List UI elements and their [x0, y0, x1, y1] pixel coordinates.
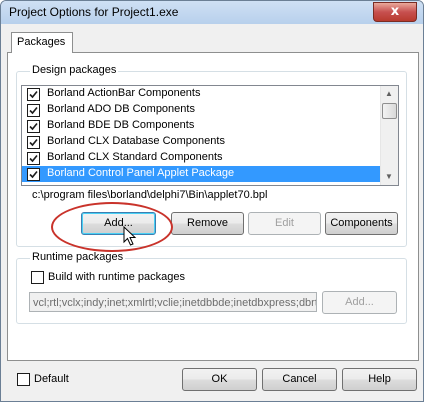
close-icon: x [390, 4, 400, 19]
add-runtime-package-button[interactable]: Add... [322, 291, 397, 314]
remove-package-button[interactable]: Remove [171, 212, 244, 235]
checkbox-checked-icon[interactable] [27, 120, 40, 133]
build-with-runtime-packages-checkbox[interactable] [31, 271, 44, 284]
annotation-circle [51, 202, 173, 252]
list-item-label: Borland ActionBar Components [47, 87, 201, 99]
list-scrollbar[interactable]: ▲ ▼ [380, 86, 398, 185]
mouse-pointer-icon [123, 226, 137, 246]
list-item-label: Borland Control Panel Applet Package [47, 167, 235, 179]
list-item-label: Borland CLX Standard Components [47, 151, 223, 163]
runtime-packages-field[interactable]: vcl;rtl;vclx;indy;inet;xmlrtl;vclie;inet… [29, 292, 317, 312]
design-packages-legend: Design packages [30, 64, 119, 76]
list-item[interactable]: Borland BDE DB Components [22, 118, 381, 134]
checkbox-checked-icon[interactable] [27, 168, 40, 181]
checkbox-checked-icon[interactable] [27, 88, 40, 101]
list-item-selected[interactable]: Borland Control Panel Applet Package [22, 166, 381, 182]
list-item-label: Borland CLX Database Components [47, 135, 225, 147]
tab-packages[interactable]: Packages [11, 32, 73, 53]
list-item-label: Borland ADO DB Components [47, 103, 195, 115]
close-button[interactable]: x [373, 2, 417, 22]
components-button-label: Components [330, 217, 393, 229]
help-button[interactable]: Help [342, 368, 417, 391]
remove-button-label: Remove [187, 217, 228, 229]
edit-button-label: Edit [275, 217, 294, 229]
checkbox-checked-icon[interactable] [27, 104, 40, 117]
list-item[interactable]: Borland ADO DB Components [22, 102, 381, 118]
components-button[interactable]: Components [325, 212, 398, 235]
help-button-label: Help [368, 373, 391, 385]
tab-packages-label: Packages [17, 36, 66, 48]
default-checkbox-label: Default [34, 373, 69, 385]
design-packages-list[interactable]: Borland ActionBar Components Borland ADO… [21, 85, 399, 186]
list-item[interactable]: Borland CLX Database Components [22, 134, 381, 150]
cancel-button-label: Cancel [282, 373, 317, 385]
list-item[interactable]: Borland CLX Standard Components [22, 150, 381, 166]
checkbox-checked-icon[interactable] [27, 136, 40, 149]
title-bar[interactable]: Project Options for Project1.exe x [1, 1, 423, 24]
list-item[interactable]: Borland ActionBar Components [22, 86, 381, 102]
scroll-up-arrow-icon[interactable]: ▲ [381, 86, 397, 102]
checkbox-checked-icon[interactable] [27, 152, 40, 165]
package-path-label: c:\program files\borland\delphi7\Bin\app… [32, 189, 268, 201]
scroll-down-arrow-icon[interactable]: ▼ [381, 169, 397, 185]
project-options-dialog: Project Options for Project1.exe x Packa… [0, 0, 424, 402]
window-title: Project Options for Project1.exe [9, 5, 179, 19]
cancel-button[interactable]: Cancel [262, 368, 337, 391]
list-item-label: Borland BDE DB Components [47, 119, 195, 131]
runtime-packages-legend: Runtime packages [30, 251, 126, 263]
add-runtime-button-label: Add... [345, 296, 374, 308]
scroll-thumb[interactable] [382, 103, 397, 119]
ok-button-label: OK [211, 373, 228, 385]
default-checkbox[interactable] [17, 373, 30, 386]
ok-button[interactable]: OK [182, 368, 257, 391]
edit-package-button[interactable]: Edit [248, 212, 321, 235]
build-with-runtime-packages-label: Build with runtime packages [48, 271, 185, 283]
